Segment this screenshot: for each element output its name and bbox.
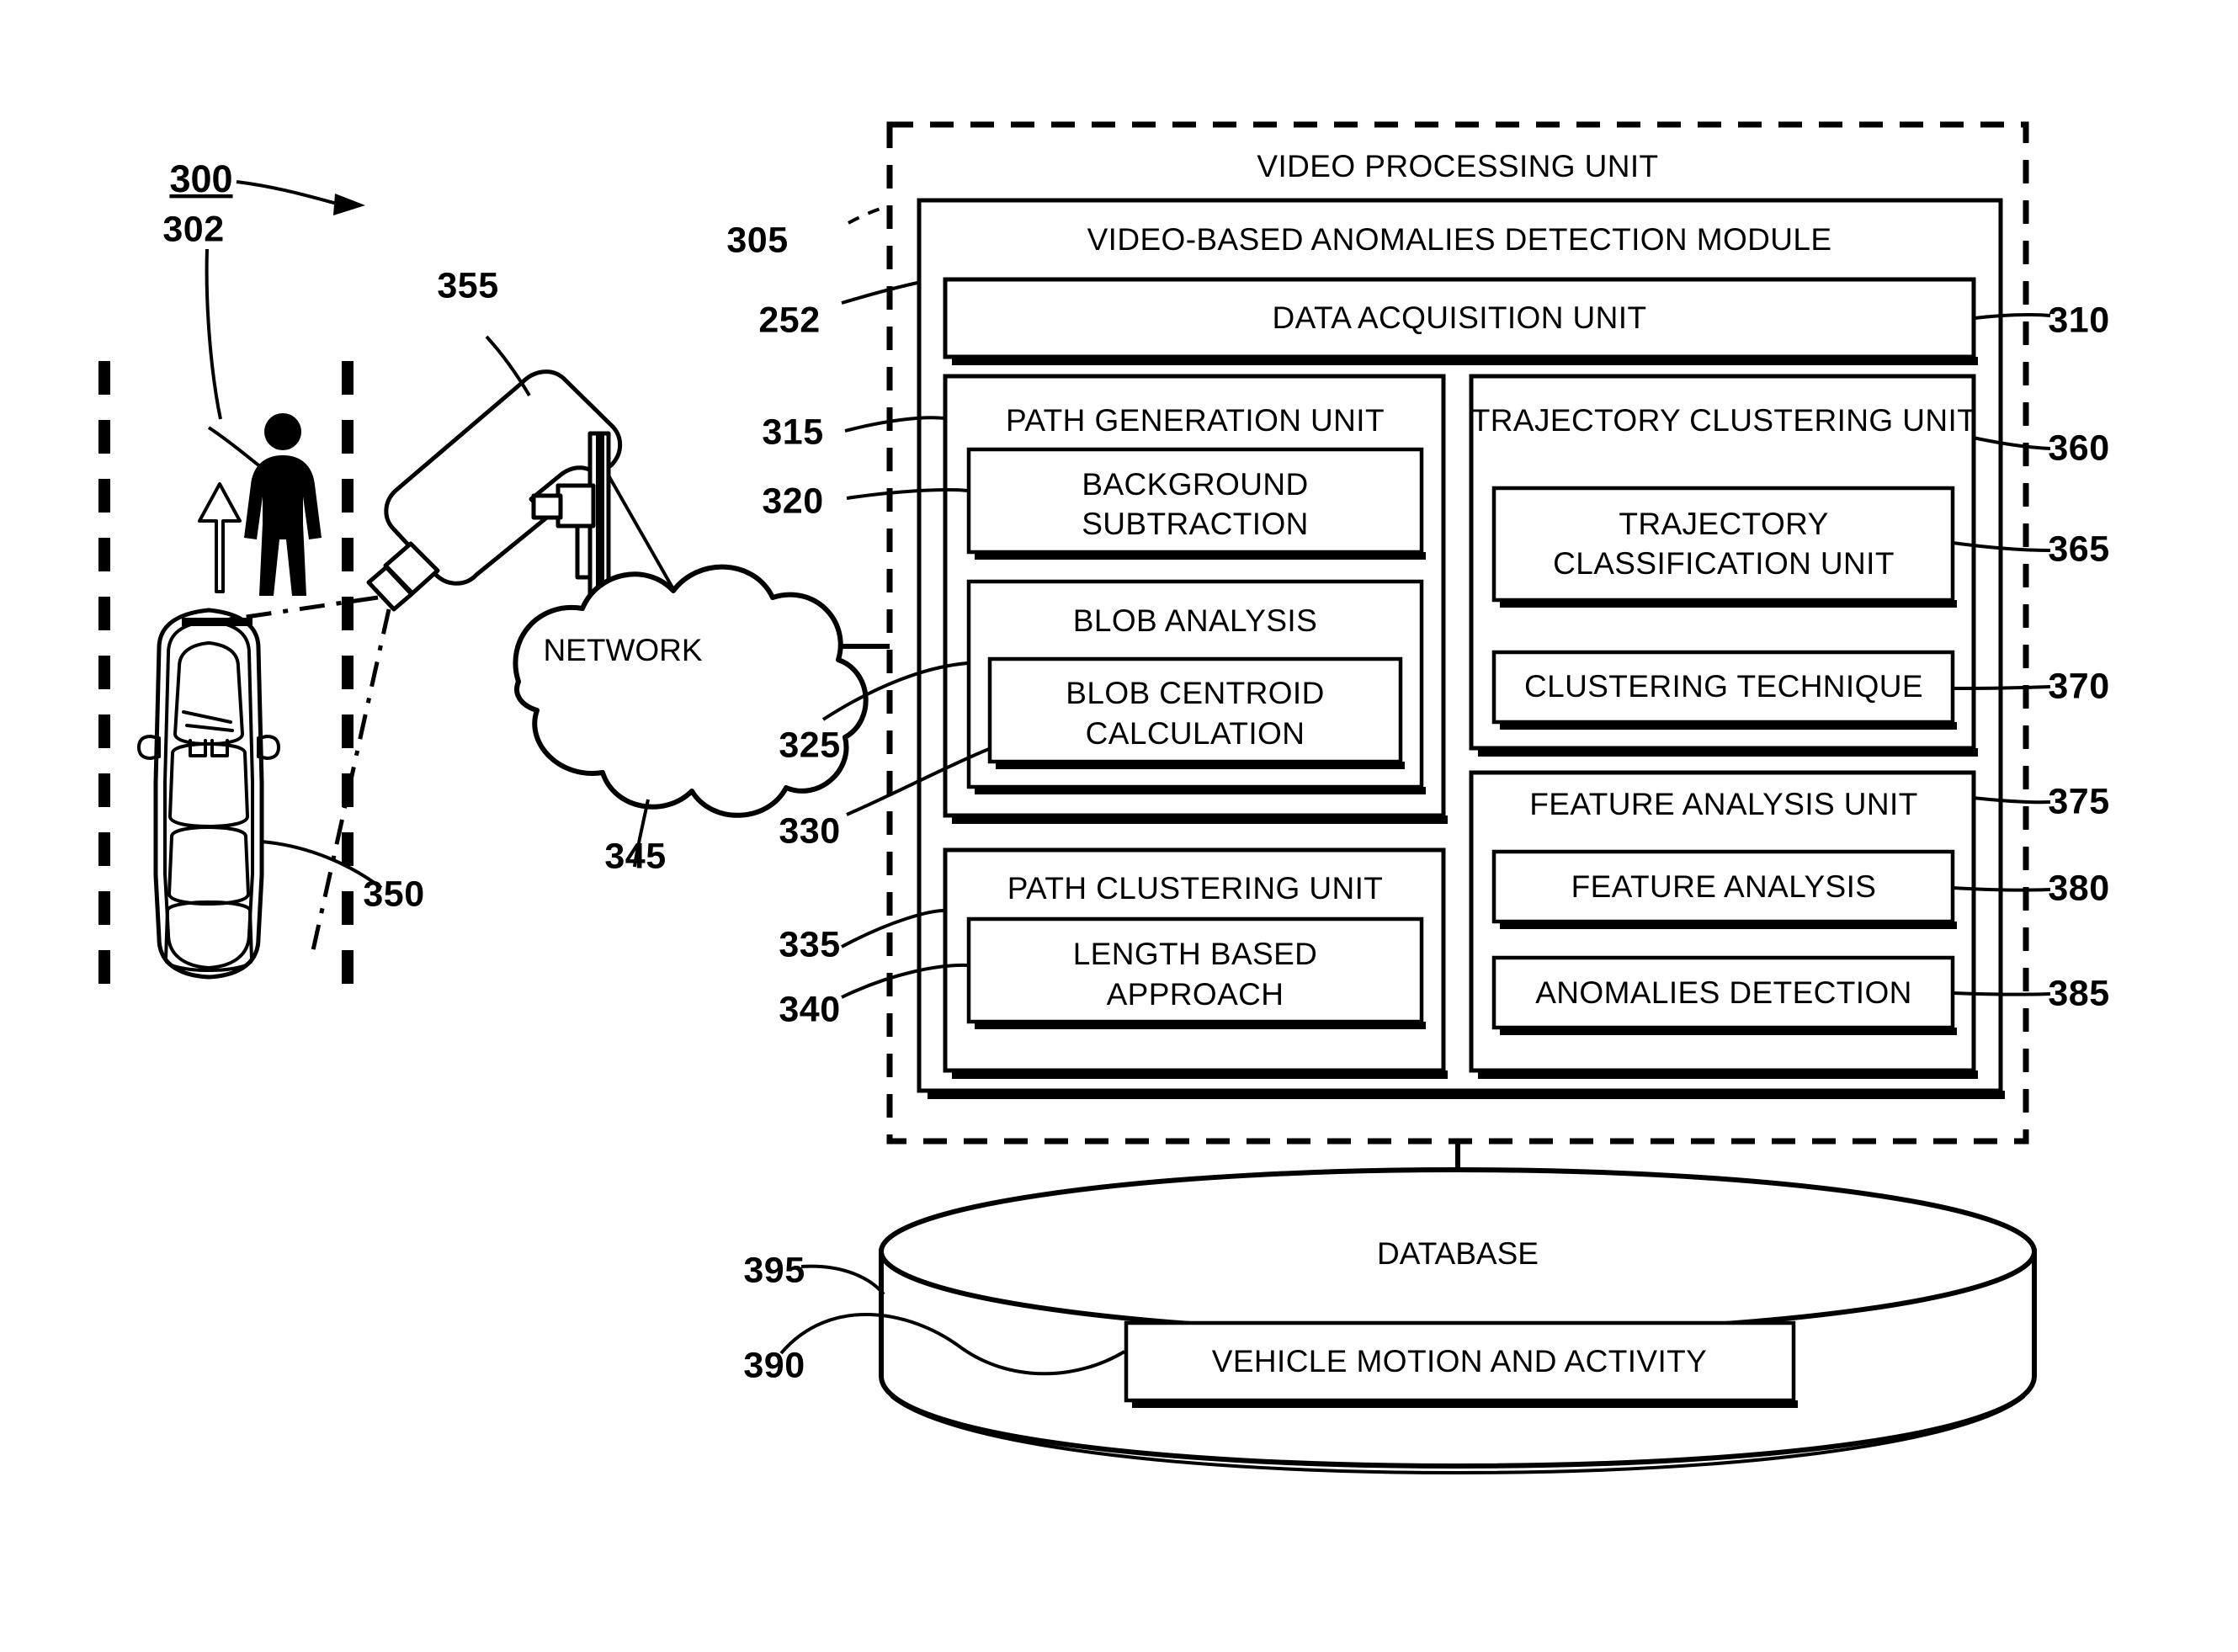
ref-380-label: 380 bbox=[2048, 868, 2109, 908]
ref-325-label: 325 bbox=[779, 725, 840, 765]
feature-analysis-shadow bbox=[1500, 922, 1957, 929]
blob-analysis-label: BLOB ANALYSIS bbox=[1073, 603, 1317, 638]
trajectory-clustering-shadow bbox=[1478, 748, 1978, 757]
ref-340-label: 340 bbox=[779, 989, 840, 1029]
clustering-technique-shadow bbox=[1500, 722, 1957, 730]
feature-analysis-unit-label: FEATURE ANALYSIS UNIT bbox=[1529, 787, 1917, 821]
patent-figure-300: 300 302 350 355 NETWORK 345 VIDEO PROCES… bbox=[0, 0, 2238, 1652]
ref-390-label: 390 bbox=[743, 1345, 805, 1385]
figure-arrow-head bbox=[333, 194, 365, 215]
anomalies-detection-module-title: VIDEO-BASED ANOMALIES DETECTION MODULE bbox=[1087, 222, 1832, 257]
ref-330-label: 330 bbox=[779, 810, 840, 851]
blob-centroid-label-line2: CALCULATION bbox=[1086, 716, 1305, 751]
module-box-shadow bbox=[928, 1091, 2005, 1099]
vehicle-motion-activity-label: VEHICLE MOTION AND ACTIVITY bbox=[1212, 1344, 1708, 1378]
length-based-label-line2: APPROACH bbox=[1107, 977, 1284, 1012]
blob-centroid-shadow bbox=[996, 762, 1405, 769]
figure-number-label: 300 bbox=[169, 157, 232, 200]
ref-310-label: 310 bbox=[2048, 300, 2109, 340]
database-label: DATABASE bbox=[1377, 1236, 1539, 1271]
clustering-technique-label: CLUSTERING TECHNIQUE bbox=[1524, 669, 1923, 704]
pedestrian-body bbox=[244, 455, 322, 596]
trajectory-classification-label-line2: CLASSIFICATION UNIT bbox=[1553, 546, 1895, 581]
ref-315-label: 315 bbox=[762, 412, 823, 452]
ref-370-leader bbox=[1952, 685, 2051, 690]
vehicle-group: 350 bbox=[137, 608, 424, 980]
background-subtraction-label-line1: BACKGROUND bbox=[1082, 467, 1308, 502]
ref-305-label: 305 bbox=[726, 220, 788, 260]
camera-wall-plate-shade bbox=[596, 433, 604, 602]
trajectory-classification-label-line1: TRAJECTORY bbox=[1619, 507, 1828, 541]
path-generation-unit-label: PATH GENERATION UNIT bbox=[1006, 403, 1385, 438]
ref-395-leader bbox=[800, 1264, 885, 1296]
video-processing-unit-title: VIDEO PROCESSING UNIT bbox=[1257, 149, 1658, 183]
data-acquisition-unit-label: DATA ACQUISITION UNIT bbox=[1273, 300, 1647, 335]
network-cloud-shape bbox=[513, 564, 869, 818]
ref-380-leader bbox=[1952, 886, 2051, 892]
database-cylinder-group: DATABASE VEHICLE MOTION AND ACTIVITY 395… bbox=[743, 1167, 2037, 1474]
camera-bracket-nut bbox=[531, 493, 563, 520]
trajectory-classification-shadow bbox=[1500, 600, 1957, 608]
trajectory-clustering-unit-label: TRAJECTORY CLUSTERING UNIT bbox=[1471, 403, 1976, 438]
ref-355-leader bbox=[485, 335, 531, 397]
camera-bracket-bolt bbox=[556, 483, 596, 529]
length-based-shadow bbox=[975, 1022, 1426, 1029]
ref-310-leader bbox=[1974, 313, 2051, 320]
ref-302-leader2 bbox=[205, 248, 222, 420]
pedestrian-direction-arrow bbox=[198, 482, 242, 593]
figure-number-callout: 300 bbox=[169, 157, 365, 215]
feature-analysis-label: FEATURE ANALYSIS bbox=[1571, 869, 1877, 904]
ref-302-label: 302 bbox=[162, 209, 224, 249]
figure-arrow-line bbox=[236, 180, 341, 206]
ref-335-label: 335 bbox=[779, 924, 840, 964]
camera-group: 355 bbox=[366, 265, 675, 612]
ref-345-label: 345 bbox=[604, 836, 666, 876]
trajectory-classification-unit-box bbox=[1491, 486, 1955, 603]
ref-252-leader bbox=[841, 281, 918, 305]
path-clustering-unit-label: PATH CLUSTERING UNIT bbox=[1007, 871, 1384, 906]
ref-370-label: 370 bbox=[2048, 666, 2109, 706]
ref-305-leader bbox=[848, 205, 890, 225]
background-subtraction-label-line2: SUBTRACTION bbox=[1082, 507, 1309, 541]
ref-385-label: 385 bbox=[2048, 973, 2109, 1013]
blob-analysis-shadow bbox=[975, 787, 1426, 794]
length-based-label-line1: LENGTH BASED bbox=[1073, 937, 1318, 971]
background-subtraction-shadow bbox=[975, 552, 1426, 560]
ref-350-label: 350 bbox=[363, 874, 424, 914]
ref-385-leader bbox=[1952, 991, 2051, 996]
anomalies-detection-label: ANOMALIES DETECTION bbox=[1535, 975, 1912, 1010]
network-label: NETWORK bbox=[543, 633, 702, 667]
path-clustering-shadow bbox=[952, 1070, 1448, 1079]
anomalies-detection-shadow bbox=[1500, 1028, 1957, 1035]
vehicle-motion-shadow bbox=[1132, 1400, 1798, 1408]
ref-302-leader bbox=[207, 426, 269, 474]
ref-252-label: 252 bbox=[758, 300, 820, 340]
data-acquisition-shadow bbox=[952, 357, 1978, 365]
ref-395-label: 395 bbox=[743, 1250, 805, 1290]
ref-355-label: 355 bbox=[437, 265, 498, 305]
pedestrian-group: 302 bbox=[162, 209, 322, 596]
ref-360-label: 360 bbox=[2048, 428, 2109, 468]
blob-centroid-label-line1: BLOB CENTROID bbox=[1066, 676, 1324, 710]
path-generation-shadow bbox=[952, 815, 1448, 824]
ref-365-label: 365 bbox=[2048, 529, 2109, 569]
ref-320-label: 320 bbox=[762, 481, 823, 521]
feature-analysis-unit-shadow bbox=[1478, 1070, 1978, 1079]
pedestrian-head bbox=[264, 413, 301, 450]
ref-375-label: 375 bbox=[2048, 781, 2109, 821]
